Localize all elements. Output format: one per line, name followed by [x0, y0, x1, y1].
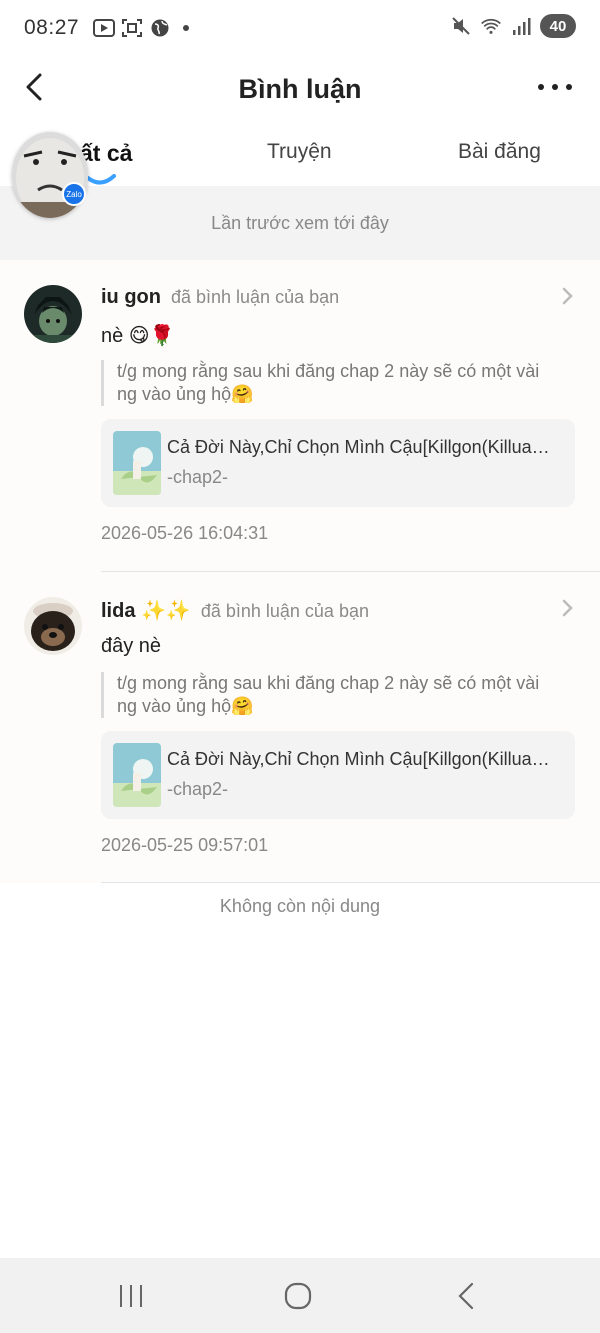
- tab-bar: ất cả Truyện Bài đăng: [0, 126, 600, 186]
- end-of-list-text: Không còn nội dung: [219, 896, 381, 916]
- screenshot-icon: [121, 17, 143, 39]
- chevron-right-icon[interactable]: [560, 598, 574, 618]
- tab-active-indicator: [86, 174, 116, 185]
- story-card[interactable]: Cả Đời Này,Chỉ Chọn Mình Cậu[Killgon(Kil…: [101, 419, 575, 507]
- comment-username[interactable]: lida ✨✨: [101, 600, 191, 622]
- comment-username[interactable]: iu gon: [101, 286, 161, 308]
- avatar[interactable]: [24, 597, 82, 655]
- status-left-icons: [93, 17, 190, 39]
- status-bar: 08:27 40: [0, 0, 600, 56]
- avatar[interactable]: [24, 285, 82, 343]
- mute-icon: [450, 15, 472, 37]
- back-arrow-icon: [458, 1282, 474, 1310]
- zalo-badge: Zalo: [62, 182, 86, 206]
- comment-header: iu gon đã bình luận của bạn: [101, 286, 339, 309]
- notification-dot: [183, 25, 190, 31]
- comment-action: đã bình luận của bạn: [200, 601, 369, 621]
- story-title: Cả Đời Này,Chỉ Chọn Mình Cậu[Killgon(Kil…: [167, 437, 550, 457]
- comment-header: lida ✨✨ đã bình luận của bạn: [101, 598, 369, 623]
- story-thumbnail: [113, 743, 161, 807]
- tab-stories[interactable]: Truyện: [267, 140, 332, 164]
- comment-text: đây nè: [101, 635, 162, 657]
- divider: [101, 882, 600, 883]
- status-time: 08:27: [24, 16, 80, 39]
- video-app-icon: [93, 17, 116, 39]
- comment-text: nè 😋🌹: [101, 325, 175, 347]
- story-title: Cả Đời Này,Chỉ Chọn Mình Cậu[Killgon(Kil…: [167, 749, 550, 769]
- app-header: Bình luận: [0, 56, 600, 124]
- signal-icon: [510, 15, 532, 37]
- wifi-icon: [480, 15, 502, 37]
- chevron-right-icon[interactable]: [560, 286, 574, 306]
- system-nav-bar: [0, 1258, 600, 1333]
- battery-indicator: 40: [540, 14, 576, 38]
- home-icon: [284, 1282, 312, 1310]
- quoted-text: t/g mong rằng sau khi đăng chap 2 này sẽ…: [101, 672, 561, 718]
- more-options-button[interactable]: [538, 80, 572, 94]
- quoted-text: t/g mong rằng sau khi đăng chap 2 này sẽ…: [101, 360, 561, 406]
- comment-item[interactable]: lida ✨✨ đã bình luận của bạn đây nè t/g m…: [0, 572, 600, 883]
- more-dot-icon: [566, 84, 572, 90]
- tab-posts[interactable]: Bài đăng: [458, 140, 541, 164]
- home-button[interactable]: [283, 1282, 313, 1310]
- story-thumbnail: [113, 431, 161, 495]
- globe-icon: [149, 17, 171, 39]
- more-dot-icon: [552, 84, 558, 90]
- status-right-icons: 40: [450, 14, 576, 38]
- story-chapter: -chap2-: [167, 779, 229, 799]
- page-title: Bình luận: [238, 74, 362, 104]
- comment-timestamp: 2026-05-26 16:04:31: [101, 523, 269, 543]
- more-dot-icon: [538, 84, 544, 90]
- last-seen-banner: Lần trước xem tới đây: [0, 186, 600, 260]
- comment-timestamp: 2026-05-25 09:57:01: [101, 835, 269, 855]
- system-back-button[interactable]: [452, 1282, 482, 1310]
- tab-all[interactable]: ất cả: [80, 140, 132, 167]
- story-card[interactable]: Cả Đời Này,Chỉ Chọn Mình Cậu[Killgon(Kil…: [101, 731, 575, 819]
- story-chapter: -chap2-: [167, 467, 229, 487]
- comment-item[interactable]: iu gon đã bình luận của bạn nè 😋🌹 t/g mon…: [0, 260, 600, 572]
- comment-action: đã bình luận của bạn: [170, 287, 340, 307]
- recent-apps-button[interactable]: [116, 1282, 146, 1310]
- recent-apps-icon: [120, 1285, 142, 1307]
